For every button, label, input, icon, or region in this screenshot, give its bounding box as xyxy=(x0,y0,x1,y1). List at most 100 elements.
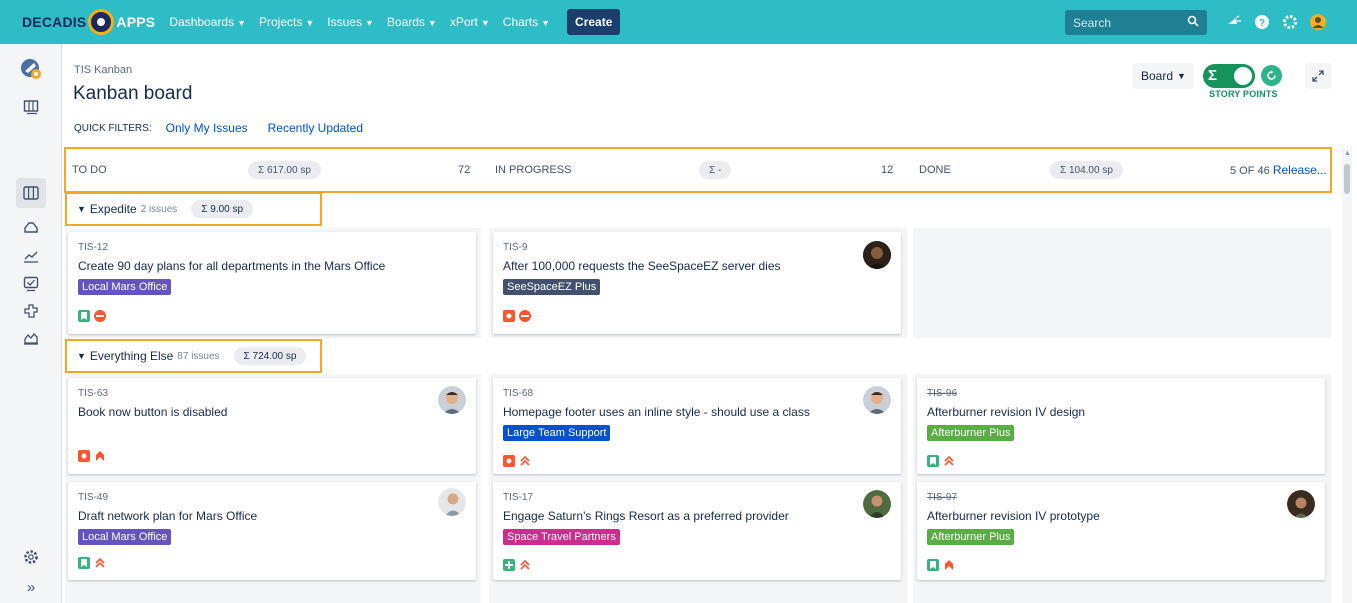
scroll-up-icon[interactable]: ▲ xyxy=(1344,150,1351,157)
chevron-down-icon: ▼ xyxy=(305,18,315,28)
assignee-avatar[interactable] xyxy=(863,490,891,518)
sigma-icon: Σ xyxy=(1208,67,1218,84)
swimlane-sum-pill: Σ 9.00 sp xyxy=(191,200,254,218)
swimlane-everything-else[interactable]: ▼ Everything Else 87 issues Σ 724.00 sp xyxy=(65,339,322,373)
issue-card[interactable]: TIS-17 Engage Saturn's Rings Resort as a… xyxy=(493,482,901,580)
components-icon[interactable] xyxy=(20,300,42,322)
user-avatar-icon[interactable] xyxy=(1306,12,1330,32)
column-count: 72 xyxy=(458,164,471,176)
issue-card[interactable]: TIS-68 Homepage footer uses an inline st… xyxy=(493,378,901,474)
issues-icon[interactable] xyxy=(20,273,42,295)
board-icon[interactable] xyxy=(20,182,42,204)
chevron-down-icon: ▼ xyxy=(237,18,246,28)
card-icons xyxy=(927,559,955,571)
epic-label[interactable]: Afterburner Plus xyxy=(927,425,1015,441)
app-logo[interactable]: DECADIS APPS xyxy=(22,9,155,35)
issue-key[interactable]: TIS-12 xyxy=(78,242,466,253)
issue-summary: After 100,000 requests the SeeSpaceEZ se… xyxy=(503,259,781,273)
column-count-text: 5 OF 46 xyxy=(1230,165,1270,177)
fullscreen-icon[interactable] xyxy=(1305,63,1331,89)
assignee-avatar[interactable] xyxy=(438,386,466,414)
epic-label[interactable]: Local Mars Office xyxy=(78,529,172,545)
issue-key[interactable]: TIS-96 xyxy=(927,388,1315,399)
issue-key[interactable]: TIS-9 xyxy=(503,242,891,253)
search-input[interactable]: Search xyxy=(1065,10,1207,35)
settings-gear-icon[interactable] xyxy=(1278,12,1302,32)
bug-icon xyxy=(78,450,90,462)
card-icons xyxy=(78,310,106,322)
issue-key[interactable]: TIS-17 xyxy=(503,492,891,503)
issue-key[interactable]: TIS-97 xyxy=(927,492,1315,503)
card-icons xyxy=(927,455,955,467)
issue-card[interactable]: TIS-96 Afterburner revision IV design Af… xyxy=(917,378,1325,474)
nav-issues[interactable]: Issues ▼ xyxy=(327,15,374,29)
nav-boards[interactable]: Boards ▼ xyxy=(387,15,437,29)
swimlane-count: 87 issues xyxy=(177,350,220,362)
release-link[interactable]: Release... xyxy=(1273,163,1327,177)
chevron-down-icon: ▼ xyxy=(364,18,374,28)
help-icon[interactable]: ? xyxy=(1250,12,1274,32)
assignee-avatar[interactable] xyxy=(863,386,891,414)
project-avatar-icon[interactable] xyxy=(20,58,42,80)
chevron-down-icon[interactable]: ▼ xyxy=(77,204,86,214)
bug-icon xyxy=(503,310,515,322)
issue-key[interactable]: TIS-68 xyxy=(503,388,891,399)
create-button[interactable]: Create xyxy=(567,9,621,35)
assignee-avatar[interactable] xyxy=(863,241,891,269)
issue-card[interactable]: TIS-97 Afterburner revision IV prototype… xyxy=(917,482,1325,580)
issue-card[interactable]: TIS-9 After 100,000 requests the SeeSpac… xyxy=(493,232,901,334)
issue-summary: Afterburner revision IV design xyxy=(927,405,1086,419)
notifications-icon[interactable] xyxy=(1222,12,1246,32)
scrollbar-thumb[interactable] xyxy=(1344,164,1350,194)
column-sum-pill: Σ 104.00 sp xyxy=(1050,161,1123,179)
highest-priority-icon xyxy=(943,559,955,571)
epic-label[interactable]: Local Mars Office xyxy=(78,279,172,295)
story-icon xyxy=(927,455,939,467)
high-priority-icon xyxy=(519,455,531,467)
reports-icon[interactable] xyxy=(20,245,42,267)
refresh-icon[interactable] xyxy=(1261,65,1282,86)
nav-label: Charts xyxy=(502,15,539,29)
quick-filter-only-my-issues[interactable]: Only My Issues xyxy=(166,121,248,135)
svg-text:?: ? xyxy=(1259,18,1265,29)
issue-card[interactable]: TIS-63 Book now button is disabled xyxy=(68,378,476,474)
new-feature-icon xyxy=(503,559,515,571)
quick-filter-recently-updated[interactable]: Recently Updated xyxy=(268,121,363,135)
top-right-icons: ? xyxy=(1222,12,1334,32)
nav-dashboards[interactable]: Dashboards ▼ xyxy=(169,15,246,29)
epic-label[interactable]: Space Travel Partners xyxy=(503,529,620,545)
epic-label[interactable]: Large Team Support xyxy=(503,425,611,441)
expand-sidebar-icon[interactable]: » xyxy=(20,576,42,598)
breadcrumb-project[interactable]: TIS Kanban xyxy=(74,64,132,76)
high-priority-icon xyxy=(519,559,531,571)
epic-label[interactable]: SeeSpaceEZ Plus xyxy=(503,279,601,295)
board-menu-label: Board xyxy=(1141,69,1174,83)
column-sum-pill: Σ 617.00 sp xyxy=(248,161,321,179)
story-icon xyxy=(927,559,939,571)
story-points-toggle[interactable]: Σ xyxy=(1203,64,1255,88)
top-navigation-bar: DECADIS APPS Dashboards ▼ Projects ▼ Issue… xyxy=(0,0,1357,44)
swimlane-expedite[interactable]: ▼ Expedite 2 issues Σ 9.00 sp xyxy=(65,192,322,226)
issue-card[interactable]: TIS-49 Draft network plan for Mars Offic… xyxy=(68,482,476,580)
backlog-icon[interactable] xyxy=(20,96,42,118)
issue-card[interactable]: TIS-12 Create 90 day plans for all depar… xyxy=(68,232,476,334)
assignee-avatar[interactable] xyxy=(438,488,466,516)
project-sidebar: » xyxy=(0,44,62,603)
swimlane-name: Expedite xyxy=(89,202,137,216)
issue-key[interactable]: TIS-63 xyxy=(78,388,466,399)
nav-charts[interactable]: Charts ▼ xyxy=(503,15,550,29)
board-menu-button[interactable]: Board ▼ xyxy=(1133,63,1194,89)
epic-label[interactable]: Afterburner Plus xyxy=(927,529,1015,545)
charts-icon[interactable] xyxy=(20,327,42,349)
issue-key[interactable]: TIS-49 xyxy=(78,492,466,503)
card-icons xyxy=(78,557,106,569)
nav-xport[interactable]: xPort ▼ xyxy=(450,15,490,29)
chevron-down-icon[interactable]: ▼ xyxy=(77,351,86,361)
vertical-scrollbar[interactable]: ▲ xyxy=(1342,148,1352,603)
page-title: Kanban board xyxy=(73,83,193,104)
nav-projects[interactable]: Projects ▼ xyxy=(259,15,314,29)
releases-icon[interactable] xyxy=(20,216,42,238)
story-icon xyxy=(78,310,90,322)
settings-icon[interactable] xyxy=(20,546,42,568)
assignee-avatar[interactable] xyxy=(1287,490,1315,518)
